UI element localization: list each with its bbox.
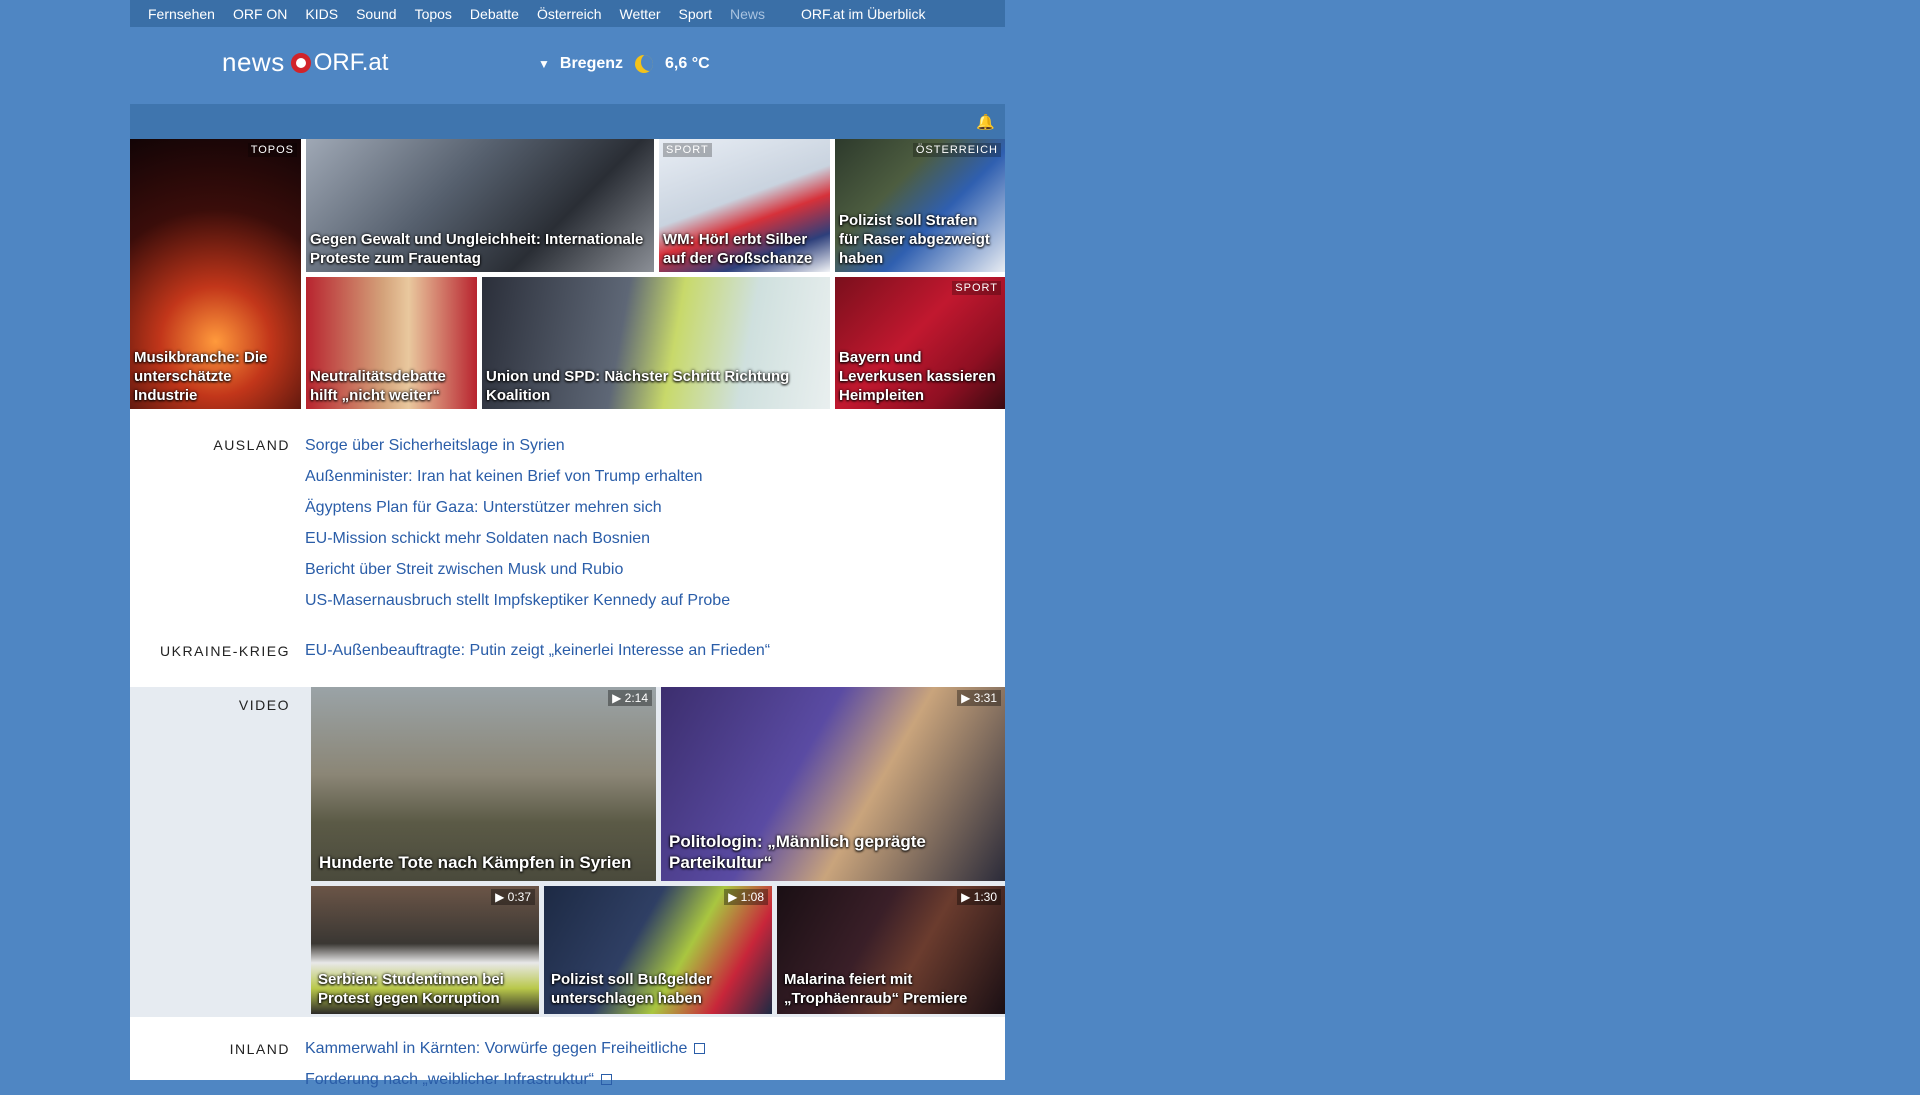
- duration-text: 1:30: [973, 890, 997, 904]
- section-label-inland: INLAND: [229, 1041, 290, 1057]
- story-title: Musikbranche: Die unterschätzte Industri…: [134, 349, 268, 404]
- duration-text: 2:14: [624, 691, 648, 705]
- nav-overview[interactable]: ORF.at im Überblick: [801, 6, 925, 22]
- video-title: Serbien: Studentinnen bei Protest gegen …: [318, 971, 504, 1007]
- nav-kids[interactable]: KIDS: [305, 6, 338, 22]
- orf-news-logo[interactable]: news ORF.at: [222, 47, 388, 78]
- article-link[interactable]: Kammerwahl in Kärnten: Vorwürfe gegen Fr…: [305, 1033, 706, 1064]
- nav-sound[interactable]: Sound: [356, 6, 396, 22]
- top-navigation: Fernsehen ORF ON KIDS Sound Topos Debatt…: [130, 0, 1005, 27]
- toolbar: 🔔: [130, 104, 1005, 139]
- video-tile-syrien[interactable]: ▶ 2:14 Hunderte Tote nach Kämpfen in Syr…: [311, 687, 656, 881]
- external-link-icon: [694, 1043, 706, 1054]
- section-label-video: VIDEO: [238, 697, 290, 713]
- story-title: Union und SPD: Nächster Schritt Richtung…: [486, 368, 790, 404]
- story-tile-hoerl[interactable]: SPORT WM: Hörl erbt Silber auf der Großs…: [659, 139, 830, 272]
- story-tile-union-spd[interactable]: Union und SPD: Nächster Schritt Richtung…: [482, 277, 830, 409]
- duration-text: 0:37: [507, 890, 531, 904]
- section-label-ukraine: UKRAINE-KRIEG: [160, 643, 290, 659]
- nav-debatte[interactable]: Debatte: [470, 6, 519, 22]
- nav-topos[interactable]: Topos: [415, 6, 452, 22]
- story-tile-bayern[interactable]: SPORT Bayern und Leverkusen kassieren He…: [835, 277, 1005, 409]
- video-duration: ▶ 2:14: [608, 690, 652, 706]
- orf-ring-icon: [290, 52, 311, 73]
- video-tile-malarina[interactable]: ▶ 1:30 Malarina feiert mit „Trophäenraub…: [777, 886, 1005, 1014]
- logo-orf-text: ORF.at: [313, 48, 389, 76]
- page: Fernsehen ORF ON KIDS Sound Topos Debatt…: [130, 0, 1005, 1088]
- nav-news[interactable]: News: [730, 6, 765, 22]
- video-duration: ▶ 1:08: [724, 889, 768, 905]
- nav-wetter[interactable]: Wetter: [620, 6, 661, 22]
- story-tile-neutralitaet[interactable]: Neutralitätsdebatte hilft „nicht weiter“: [306, 277, 477, 409]
- section-tag: SPORT: [952, 281, 1001, 295]
- video-duration: ▶ 0:37: [491, 889, 535, 905]
- header: news ORF.at ▼ Bregenz 6,6 °C: [130, 27, 1005, 104]
- duration-text: 3:31: [973, 691, 997, 705]
- story-title: Neutralitätsdebatte hilft „nicht weiter“: [310, 368, 446, 404]
- video-duration: ▶ 1:30: [957, 889, 1001, 905]
- article-link[interactable]: US-Masernausbruch stellt Impfskeptiker K…: [305, 585, 730, 616]
- article-link[interactable]: Sorge über Sicherheitslage in Syrien: [305, 430, 730, 461]
- article-link[interactable]: EU-Mission schickt mehr Soldaten nach Bo…: [305, 523, 730, 554]
- article-link[interactable]: Bericht über Streit zwischen Musk und Ru…: [305, 554, 730, 585]
- video-title: Malarina feiert mit „Trophäenraub“ Premi…: [784, 971, 968, 1007]
- story-title: Gegen Gewalt und Ungleichheit: Internati…: [310, 231, 644, 267]
- section-label-ausland: AUSLAND: [213, 437, 290, 453]
- video-tile-polizist-bussgelder[interactable]: ▶ 1:08 Polizist soll Bußgelder unterschl…: [544, 886, 772, 1014]
- weather-widget[interactable]: ▼ Bregenz 6,6 °C: [538, 55, 710, 73]
- ausland-links: Sorge über Sicherheitslage in Syrien Auß…: [305, 430, 730, 616]
- video-title: Hunderte Tote nach Kämpfen in Syrien: [319, 853, 632, 872]
- section-tag: SPORT: [663, 143, 712, 157]
- video-tile-serbien[interactable]: ▶ 0:37 Serbien: Studentinnen bei Protest…: [311, 886, 539, 1014]
- ukraine-links: EU-Außenbeauftragte: Putin zeigt „keiner…: [305, 635, 770, 666]
- nav-orf-on[interactable]: ORF ON: [233, 6, 287, 22]
- video-title: Politologin: „Männlich geprägte Parteiku…: [669, 832, 926, 872]
- story-title: WM: Hörl erbt Silber auf der Großschanze: [663, 231, 813, 267]
- story-title: Bayern und Leverkusen kassieren Heimplei…: [839, 349, 996, 404]
- nav-oesterreich[interactable]: Österreich: [537, 6, 602, 22]
- video-title: Polizist soll Bußgelder unterschlagen ha…: [551, 971, 712, 1007]
- duration-text: 1:08: [740, 890, 764, 904]
- video-duration: ▶ 3:31: [957, 690, 1001, 706]
- article-link[interactable]: EU-Außenbeauftragte: Putin zeigt „keiner…: [305, 635, 770, 666]
- nav-fernsehen[interactable]: Fernsehen: [148, 6, 215, 22]
- article-link[interactable]: Ägyptens Plan für Gaza: Unterstützer meh…: [305, 492, 730, 523]
- dropdown-triangle-icon[interactable]: ▼: [538, 57, 550, 71]
- article-link-text: Kammerwahl in Kärnten: Vorwürfe gegen Fr…: [305, 1040, 688, 1057]
- weather-city[interactable]: Bregenz: [560, 55, 623, 73]
- section-tag: TOPOS: [247, 143, 297, 157]
- article-link[interactable]: Außenminister: Iran hat keinen Brief von…: [305, 461, 730, 492]
- story-tile-frauentag[interactable]: Gegen Gewalt und Ungleichheit: Internati…: [306, 139, 654, 272]
- section-tag: ÖSTERREICH: [912, 143, 1001, 157]
- main-content: TOPOS Musikbranche: Die unterschätzte In…: [130, 139, 1005, 1088]
- video-tile-politologin[interactable]: ▶ 3:31 Politologin: „Männlich geprägte P…: [661, 687, 1005, 881]
- inland-links: Kammerwahl in Kärnten: Vorwürfe gegen Fr…: [305, 1033, 706, 1095]
- story-tile-musikbranche[interactable]: TOPOS Musikbranche: Die unterschätzte In…: [130, 139, 301, 409]
- logo-news-text: news: [222, 47, 285, 77]
- bell-icon[interactable]: 🔔: [976, 113, 995, 131]
- story-tile-polizist[interactable]: ÖSTERREICH Polizist soll Strafen für Ras…: [835, 139, 1005, 272]
- nav-sport[interactable]: Sport: [679, 6, 712, 22]
- weather-temperature: 6,6 °C: [665, 55, 710, 72]
- story-title: Polizist soll Strafen für Raser abgezwei…: [839, 212, 990, 267]
- moon-icon: [635, 55, 654, 73]
